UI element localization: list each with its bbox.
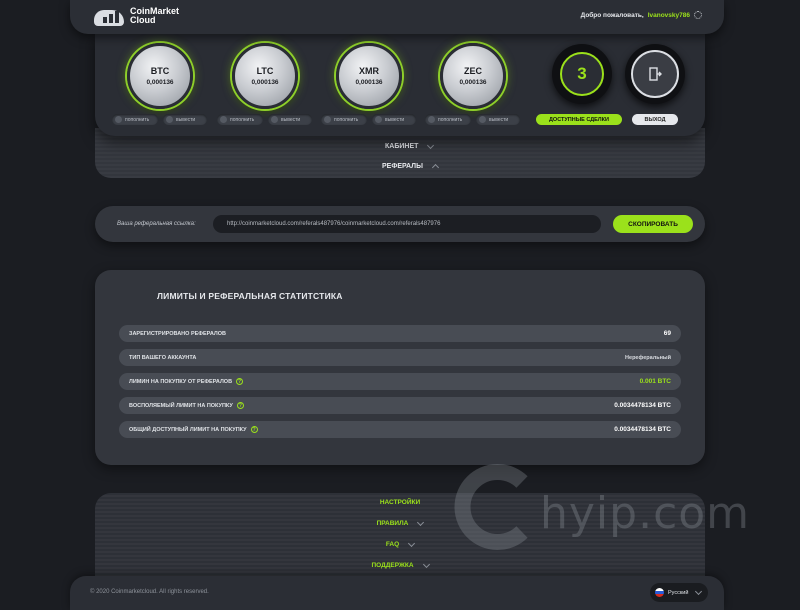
deposit-button-xmr[interactable]: пополнить (321, 114, 367, 125)
chevron-down-icon (417, 518, 425, 526)
logo-text: CoinMarket Cloud (130, 6, 180, 25)
minus-icon (375, 116, 382, 123)
minus-icon (479, 116, 486, 123)
language-label: Русский (668, 589, 689, 596)
deals-count: 3 (560, 52, 604, 96)
deposit-button-btc[interactable]: пополнить (112, 114, 158, 125)
wallet-panel: BTC 0,000136 пополнить вывести LTC 0,000… (95, 34, 705, 136)
chevron-down-icon (695, 587, 703, 595)
site-footer: © 2020 Coinmarketcloud. All rights reser… (70, 576, 724, 610)
help-icon[interactable]: ? (250, 426, 258, 433)
limits-title: ЛИМИТЫ И РЕФЕРАЛЬНАЯ СТАТИТСТИКА (157, 291, 343, 301)
chevron-up-icon (431, 163, 439, 172)
username-link[interactable]: Ivanovsky786 (648, 12, 690, 19)
watermark-text: hyip.com (540, 488, 751, 539)
plus-icon (428, 116, 435, 123)
logo[interactable]: CoinMarket Cloud (94, 6, 179, 26)
coin-symbol: XMR (359, 66, 379, 76)
coin-xmr[interactable]: XMR 0,000136 (336, 43, 402, 109)
withdraw-button-ltc[interactable]: вывести (268, 114, 312, 125)
referral-link-field[interactable]: http://coinmarketcloud.com/referals48797… (213, 215, 601, 233)
cloud-chart-logo-icon (94, 6, 124, 26)
coin-btc[interactable]: BTC 0,000136 (127, 43, 193, 109)
menu-item-faq[interactable]: FAQ (95, 539, 705, 548)
plus-icon (324, 116, 331, 123)
available-deals-counter[interactable]: 3 (552, 44, 612, 104)
plus-icon (115, 116, 122, 123)
chevron-down-icon (422, 560, 430, 568)
limit-row-registered-referrals: ЗАРЕГИСТРИРОВАНО РЕФЕРАЛОВ 69 (119, 325, 681, 342)
withdraw-button-xmr[interactable]: вывести (372, 114, 416, 125)
exit-button[interactable]: ВЫХОД (632, 114, 678, 125)
withdraw-button-zec[interactable]: вывести (476, 114, 520, 125)
coin-zec[interactable]: ZEC 0,000136 (440, 43, 506, 109)
limits-panel: ЛИМИТЫ И РЕФЕРАЛЬНАЯ СТАТИТСТИКА ЗАРЕГИС… (95, 270, 705, 465)
menu-item-referrals-label: РЕФЕРАЛЫ (382, 163, 423, 170)
referral-link-bar: Ваша реферальная ссылка: http://coinmark… (95, 206, 705, 242)
minus-icon (166, 116, 173, 123)
coin-symbol: LTC (256, 66, 274, 76)
exit-circle[interactable] (625, 44, 685, 104)
coin-balance: 0,000136 (146, 79, 174, 86)
coin-balance: 0,000136 (355, 79, 383, 86)
chevron-down-icon (408, 539, 416, 547)
plus-icon (220, 116, 227, 123)
exit-door-icon (631, 50, 679, 98)
menu-item-cabinet[interactable]: КАБИНЕТ (385, 141, 435, 150)
available-deals-button[interactable]: ДОСТУПНЫЕ СДЕЛКИ (536, 114, 622, 125)
minus-icon (271, 116, 278, 123)
coin-symbol: ZEC (464, 66, 482, 76)
deposit-button-zec[interactable]: пополнить (425, 114, 471, 125)
copy-button[interactable]: СКОПИРОВАТЬ (613, 215, 693, 233)
coin-symbol: BTC (150, 66, 170, 76)
referral-link-label: Ваша реферальная ссылка: (117, 221, 196, 227)
limit-row-account-type: ТИП ВАШЕГО АККАУНТА Нереферальный (119, 349, 681, 366)
gear-icon[interactable] (694, 11, 702, 19)
help-icon[interactable]: ? (236, 402, 244, 409)
russia-flag-icon (655, 588, 664, 597)
limit-row-total-available-limit: ОБЩИЙ ДОСТУПНЫЙ ЛИМИТ НА ПОКУПКУ? 0.0034… (119, 421, 681, 438)
coin-balance: 0,000136 (459, 79, 487, 86)
deposit-button-ltc[interactable]: пополнить (217, 114, 263, 125)
coin-ltc[interactable]: LTC 0,000136 (232, 43, 298, 109)
coin-balance: 0,000136 (251, 79, 279, 86)
watermark-logo-icon (454, 464, 528, 550)
welcome-message: Добро пожаловать, Ivanovsky786 (581, 11, 702, 19)
chevron-down-icon (427, 141, 435, 149)
limit-row-renewable-limit: ВОСПОЛЯЕМЫЙ ЛИМИТ НА ПОКУПКУ? 0.00344781… (119, 397, 681, 414)
help-icon[interactable]: ? (236, 378, 244, 385)
site-header: CoinMarket Cloud Добро пожаловать, Ivano… (70, 0, 724, 34)
limit-row-referral-purchase-limit: ЛИМИН НА ПОКУПКУ ОТ РЕФЕРАЛОВ? 0.001 BTC (119, 373, 681, 390)
menu-item-referrals[interactable]: РЕФЕРАЛЫ (382, 163, 439, 172)
copyright-text: © 2020 Coinmarketcloud. All rights reser… (90, 589, 209, 595)
language-selector[interactable]: Русский (650, 583, 708, 602)
menu-item-cabinet-label: КАБИНЕТ (385, 143, 419, 150)
welcome-text: Добро пожаловать, (580, 11, 644, 19)
menu-item-support[interactable]: ПОДДЕРЖКА (95, 560, 705, 569)
withdraw-button-btc[interactable]: вывести (163, 114, 207, 125)
